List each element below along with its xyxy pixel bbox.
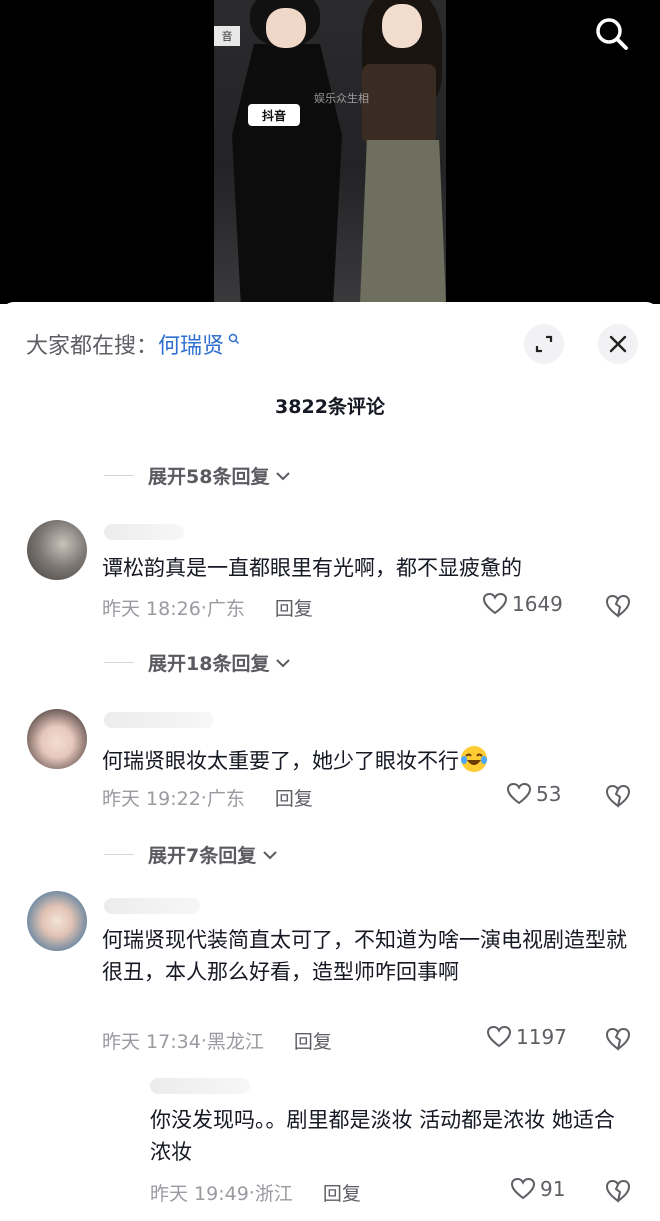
like-button[interactable]: 53 — [506, 782, 561, 806]
video-watermark: 娱乐众生相 — [314, 92, 369, 105]
reply-button[interactable]: 回复 — [275, 594, 313, 621]
username-redacted[interactable] — [104, 898, 200, 914]
reply-text: 你没发现吗。。剧里都是淡妆 活动都是浓妆 她适合浓妆 — [150, 1108, 615, 1164]
video-frame: 音 抖音 娱乐众生相 — [214, 0, 446, 304]
person-left — [232, 44, 342, 304]
comment-location: 黑龙江 — [206, 1031, 264, 1053]
microphone-tag: 音 — [214, 26, 240, 46]
like-button[interactable]: 1197 — [486, 1025, 567, 1049]
search-suggestion-term[interactable]: 何瑞贤 — [158, 334, 224, 359]
close-icon — [609, 335, 627, 353]
laughing-emoji-icon — [461, 746, 487, 772]
person-right-face — [382, 4, 422, 48]
comment-count-title: 3822条评论 — [275, 396, 385, 418]
expand-replies-label: 展开58条回复 — [148, 466, 270, 488]
heart-icon — [506, 782, 532, 805]
comment-location: 广东 — [206, 788, 245, 810]
heart-icon — [510, 1177, 536, 1200]
comment-meta: 昨天 18:26 · 广东 回复 — [102, 594, 313, 621]
search-icon — [596, 18, 628, 50]
close-button[interactable] — [598, 324, 638, 364]
heart-icon — [482, 592, 508, 615]
comment-time: 昨天 17:34 — [102, 1031, 201, 1053]
reply-button[interactable]: 回复 — [323, 1179, 361, 1206]
comment-time: 昨天 19:22 — [102, 788, 201, 810]
reply-location: 浙江 — [254, 1183, 293, 1205]
broken-heart-icon[interactable] — [604, 782, 632, 810]
expand-replies-button[interactable]: 展开58条回复 — [104, 462, 291, 489]
like-button[interactable]: 1649 — [482, 592, 563, 616]
chevron-down-icon — [263, 850, 277, 859]
username-redacted[interactable] — [104, 524, 184, 540]
chevron-down-icon — [276, 658, 291, 667]
search-suggestion-prefix: 大家都在搜： — [26, 334, 159, 359]
video-player[interactable]: 音 抖音 娱乐众生相 — [0, 0, 660, 304]
person-left-face — [266, 8, 306, 48]
divider-line — [104, 854, 134, 855]
search-mini-icon — [224, 333, 240, 349]
like-count: 1197 — [516, 1025, 567, 1049]
heart-icon — [486, 1025, 512, 1048]
reply-button[interactable]: 回复 — [294, 1027, 332, 1054]
person-right-top — [362, 64, 436, 144]
like-button[interactable]: 91 — [510, 1177, 565, 1201]
comments-sheet: 大家都在搜：何瑞贤 3822条评论 展开58条回复 谭松韵真是一直都眼里有光啊，… — [0, 302, 660, 1221]
comment-text: 何瑞贤现代装简直太可了，不知道为啥一演电视剧造型就很丑，本人那么好看，造型师咋回… — [102, 928, 627, 984]
comment-time: 昨天 18:26 — [102, 598, 201, 620]
like-count: 1649 — [512, 592, 563, 616]
expand-button[interactable] — [524, 324, 564, 364]
broken-heart-icon[interactable] — [604, 592, 632, 620]
search-button[interactable] — [590, 12, 634, 56]
divider-line — [104, 475, 134, 476]
person-right-pants — [360, 140, 446, 304]
broken-heart-icon[interactable] — [604, 1025, 632, 1053]
comment-text-body: 何瑞贤眼妆太重要了，她少了眼妆不行 — [102, 749, 459, 773]
expand-replies-button[interactable]: 展开18条回复 — [104, 649, 291, 676]
comment-text: 何瑞贤眼妆太重要了，她少了眼妆不行 — [102, 744, 632, 777]
comment-text: 谭松韵真是一直都眼里有光啊，都不显疲惫的 — [102, 556, 522, 580]
microphone-badge: 抖音 — [248, 104, 300, 126]
reply-time: 昨天 19:49 — [150, 1183, 249, 1205]
avatar[interactable] — [27, 709, 87, 769]
comment-meta: 昨天 19:22 · 广东 回复 — [102, 784, 313, 811]
expand-replies-button[interactable]: 展开7条回复 — [104, 841, 278, 868]
expand-replies-label: 展开7条回复 — [148, 845, 257, 867]
comment-meta: 昨天 17:34 · 黑龙江 回复 — [102, 1027, 332, 1054]
avatar[interactable] — [27, 891, 87, 951]
like-count: 53 — [536, 782, 562, 806]
broken-heart-icon[interactable] — [604, 1177, 632, 1205]
search-suggestion[interactable]: 大家都在搜：何瑞贤 — [26, 328, 240, 360]
expand-icon — [535, 335, 553, 353]
username-redacted[interactable] — [150, 1078, 250, 1094]
reply-button[interactable]: 回复 — [275, 784, 313, 811]
divider-line — [104, 662, 134, 663]
avatar[interactable] — [27, 520, 87, 580]
comment-location: 广东 — [206, 598, 245, 620]
reply-meta: 昨天 19:49 · 浙江 回复 — [150, 1179, 361, 1206]
like-count: 91 — [540, 1177, 566, 1201]
expand-replies-label: 展开18条回复 — [148, 653, 270, 675]
username-redacted[interactable] — [104, 712, 214, 728]
chevron-down-icon — [276, 471, 291, 480]
